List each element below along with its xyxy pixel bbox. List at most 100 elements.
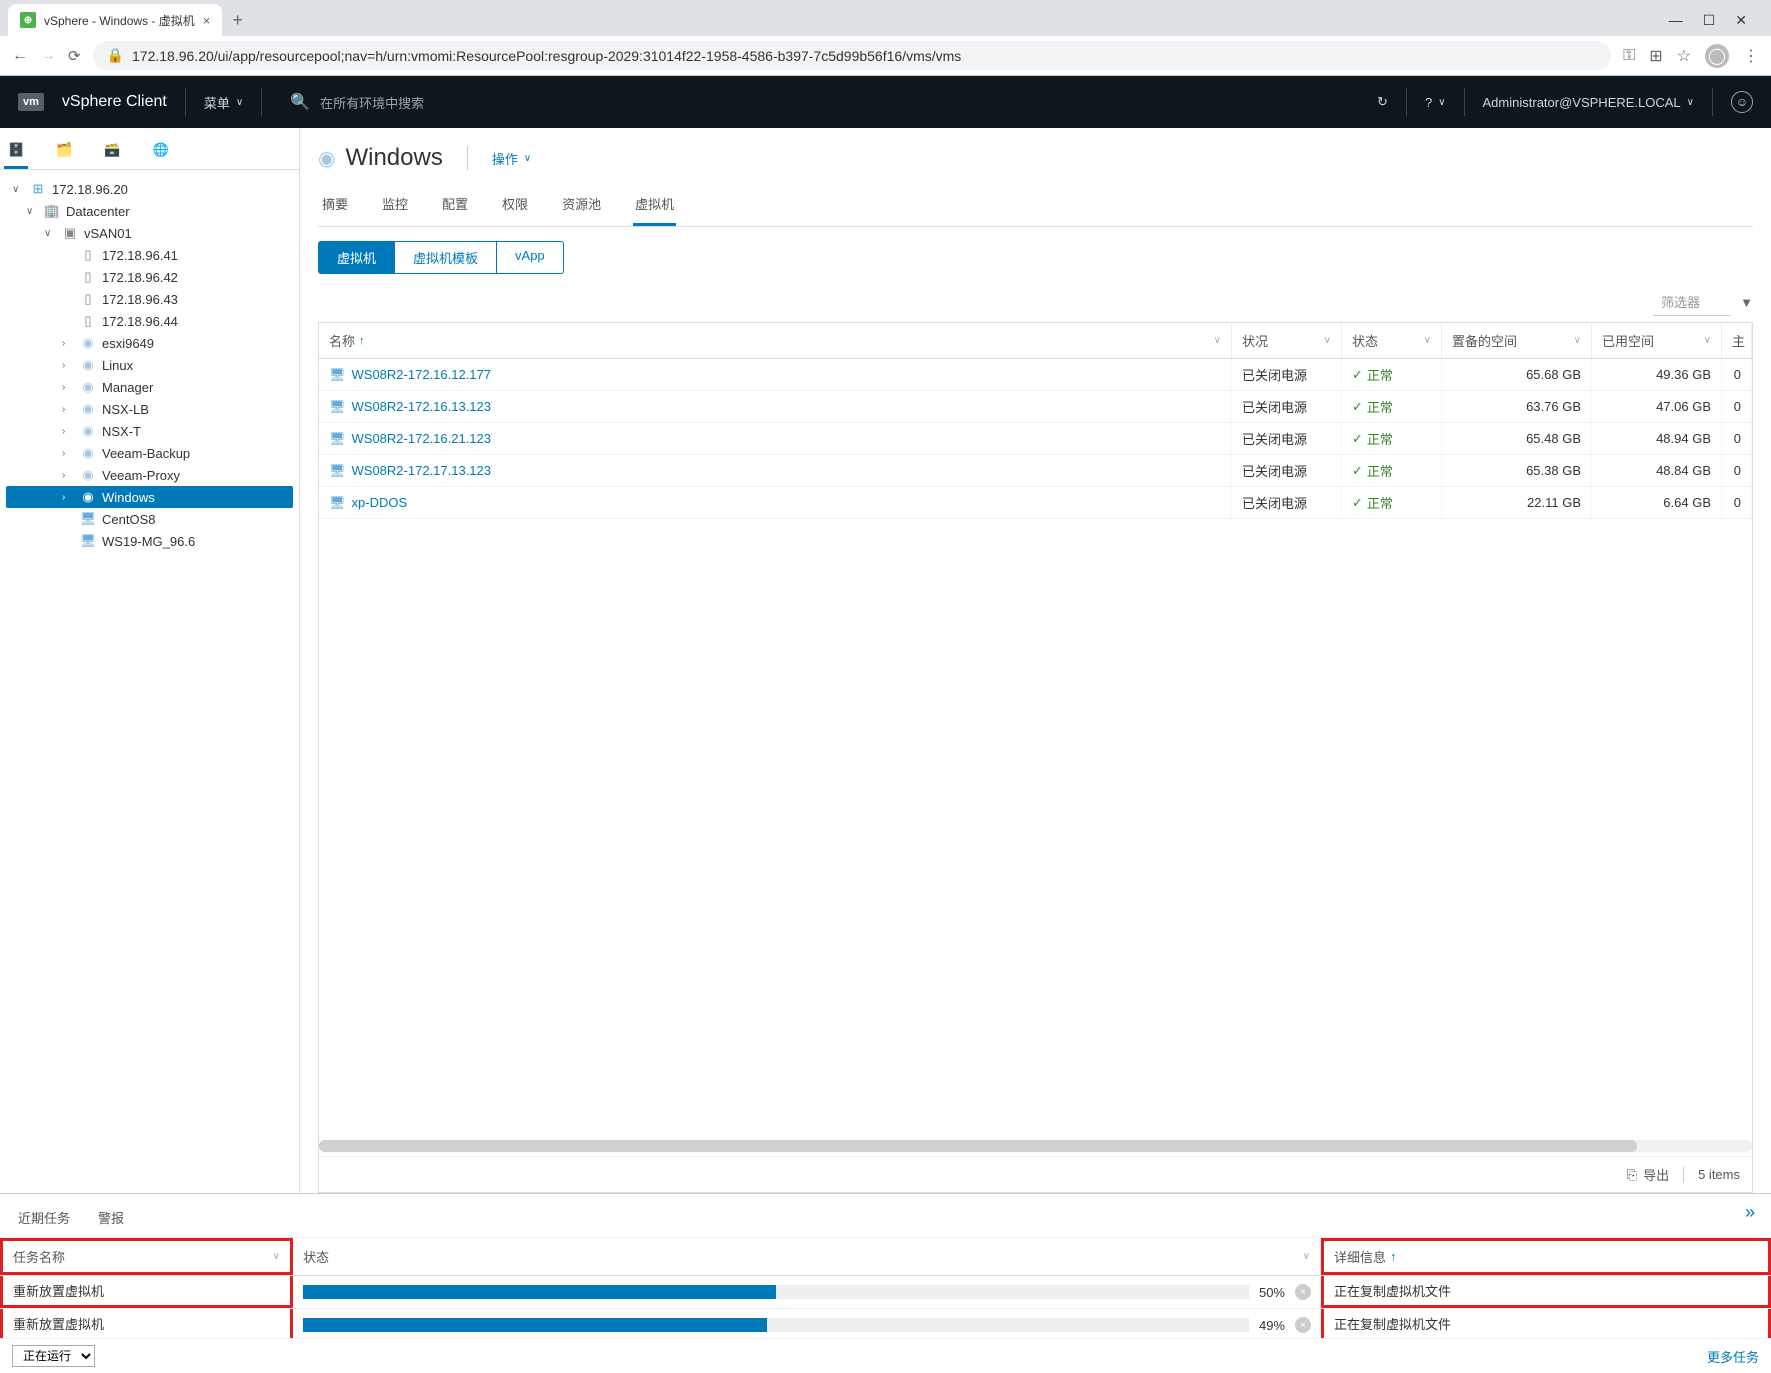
vm-name-link[interactable]: xp-DDOS (352, 495, 408, 510)
feedback-icon[interactable]: ☺ (1731, 91, 1753, 113)
translate-icon[interactable]: ⊞ (1649, 46, 1662, 66)
url-field[interactable]: 🔒 172.18.96.20/ui/app/resourcepool;nav=h… (93, 41, 1611, 70)
col-header-name[interactable]: 名称↑∨ (319, 323, 1232, 358)
vm-name-link[interactable]: WS08R2-172.16.12.177 (352, 367, 491, 382)
user-dropdown[interactable]: Administrator@VSPHERE.LOCAL ∨ (1483, 95, 1694, 110)
table-row[interactable]: 🖥xp-DDOS已关闭电源✓正常22.11 GB6.64 GB0 (319, 487, 1752, 519)
new-tab-button[interactable]: + (222, 10, 253, 31)
vm-icon: 🖥 (329, 463, 346, 479)
sort-asc-icon: ↑ (359, 335, 365, 347)
vm-name-link[interactable]: WS08R2-172.16.21.123 (352, 431, 491, 446)
subtab-vms[interactable]: 虚拟机 (318, 241, 395, 274)
vm-icon: 🖥 (329, 399, 346, 415)
tab-recent-tasks[interactable]: 近期任务 (16, 1202, 72, 1237)
tab-resource-pools[interactable]: 资源池 (560, 184, 603, 226)
more-tasks-link[interactable]: 更多任务 (1707, 1347, 1759, 1366)
hosts-clusters-tab-icon[interactable]: 🗄️ (4, 136, 28, 169)
menu-dots-icon[interactable]: ⋮ (1743, 46, 1759, 66)
table-row[interactable]: 🖥WS08R2-172.16.21.123已关闭电源✓正常65.48 GB48.… (319, 423, 1752, 455)
tree-pool-windows[interactable]: ›◉Windows (6, 486, 293, 508)
tree-pool[interactable]: ›◉Manager (6, 376, 293, 398)
cancel-task-icon[interactable]: × (1295, 1317, 1311, 1333)
task-filter-select[interactable]: 正在运行 (12, 1345, 95, 1367)
col-header-status[interactable]: 状况∨ (1232, 323, 1342, 358)
tab-vms[interactable]: 虚拟机 (633, 184, 676, 226)
tree-pool[interactable]: ›◉NSX-LB (6, 398, 293, 420)
tab-summary[interactable]: 摘要 (320, 184, 350, 226)
tab-permissions[interactable]: 权限 (500, 184, 530, 226)
col-header-provisioned[interactable]: 置备的空间∨ (1442, 323, 1592, 358)
vms-templates-tab-icon[interactable]: 🗂️ (52, 136, 76, 169)
vm-name-link[interactable]: WS08R2-172.16.13.123 (352, 399, 491, 414)
networking-tab-icon[interactable]: 🌐 (149, 136, 173, 169)
actions-dropdown[interactable]: 操作 ∨ (492, 149, 531, 168)
reload-icon[interactable]: ⟳ (68, 47, 81, 65)
browser-tab-title: vSphere - Windows - 虚拟机 (44, 12, 195, 29)
minimize-icon[interactable]: — (1669, 12, 1683, 29)
tab-configure[interactable]: 配置 (440, 184, 470, 226)
task-detail: 正在复制虚拟机文件 (1321, 1276, 1771, 1308)
tree-pool[interactable]: ›◉Veeam-Backup (6, 442, 293, 464)
tab-alerts[interactable]: 警报 (96, 1202, 126, 1237)
help-dropdown[interactable]: ? ∨ (1425, 95, 1446, 110)
cancel-task-icon[interactable]: × (1295, 1284, 1311, 1300)
profile-avatar[interactable]: ◯ (1705, 44, 1729, 68)
menu-dropdown[interactable]: 菜单 ∨ (204, 93, 243, 112)
content-tabs: 摘要 监控 配置 权限 资源池 虚拟机 (318, 184, 1753, 227)
col-task-detail[interactable]: 详细信息↑ (1321, 1238, 1771, 1275)
table-row[interactable]: 🖥WS08R2-172.17.13.123已关闭电源✓正常65.38 GB48.… (319, 455, 1752, 487)
task-name: 重新放置虚拟机 (0, 1276, 293, 1308)
product-title: vSphere Client (62, 93, 167, 111)
tree-host[interactable]: ▯172.18.96.43 (6, 288, 293, 310)
tree-host[interactable]: ▯172.18.96.42 (6, 266, 293, 288)
vm-name-link[interactable]: WS08R2-172.17.13.123 (352, 463, 491, 478)
browser-tab[interactable]: ⊕ vSphere - Windows - 虚拟机 × (8, 4, 222, 36)
filter-icon[interactable]: ▼ (1740, 295, 1753, 310)
table-row[interactable]: 🖥WS08R2-172.16.12.177已关闭电源✓正常65.68 GB49.… (319, 359, 1752, 391)
back-icon[interactable]: ← (12, 47, 28, 65)
col-task-status[interactable]: 状态∨ (293, 1238, 1321, 1275)
tree-pool[interactable]: ›◉NSX-T (6, 420, 293, 442)
export-icon: ⎘ (1627, 1167, 1637, 1183)
help-icon: ? (1425, 95, 1432, 110)
filter-input[interactable]: 筛选器 (1653, 288, 1730, 316)
horizontal-scrollbar[interactable] (319, 1140, 1752, 1152)
refresh-icon[interactable]: ↻ (1377, 94, 1388, 110)
col-task-name[interactable]: 任务名称∨ (0, 1238, 293, 1275)
close-icon[interactable]: × (203, 13, 211, 28)
tab-monitor[interactable]: 监控 (380, 184, 410, 226)
tree-vm[interactable]: 🖥CentOS8 (6, 508, 293, 530)
subtab-vapp[interactable]: vApp (497, 241, 564, 274)
storage-tab-icon[interactable]: 🗃️ (100, 136, 124, 169)
tree-vc[interactable]: ∨ ⊞ 172.18.96.20 (6, 178, 293, 200)
tree-pool[interactable]: ›◉Linux (6, 354, 293, 376)
resource-pool-icon: ◉ (80, 445, 96, 461)
tree-pool[interactable]: ›◉esxi9649 (6, 332, 293, 354)
search-icon: 🔍 (290, 92, 310, 112)
subtab-templates[interactable]: 虚拟机模板 (395, 241, 497, 274)
close-window-icon[interactable]: ✕ (1735, 12, 1747, 29)
resource-pool-icon: ◉ (80, 335, 96, 351)
tree-host[interactable]: ▯172.18.96.44 (6, 310, 293, 332)
key-icon[interactable]: ⚿ (1623, 47, 1635, 65)
tree-cluster[interactable]: ∨ ▣ vSAN01 (6, 222, 293, 244)
vsphere-favicon: ⊕ (20, 12, 36, 28)
vm-icon: 🖥 (80, 511, 96, 527)
star-icon[interactable]: ☆ (1677, 46, 1691, 66)
tree-vm[interactable]: 🖥WS19-MG_96.6 (6, 530, 293, 552)
tree-datacenter[interactable]: ∨ 🏢 Datacenter (6, 200, 293, 222)
col-header-state[interactable]: 状态∨ (1342, 323, 1442, 358)
sort-asc-icon: ↑ (1390, 1249, 1397, 1264)
col-header-last[interactable]: 主 (1722, 323, 1752, 358)
col-header-used[interactable]: 已用空间∨ (1592, 323, 1722, 358)
check-icon: ✓ (1352, 463, 1363, 479)
tree-host[interactable]: ▯172.18.96.41 (6, 244, 293, 266)
export-button[interactable]: ⎘导出 (1627, 1165, 1669, 1184)
global-search[interactable]: 🔍 在所有环境中搜索 (280, 92, 1359, 112)
datacenter-icon: 🏢 (44, 203, 60, 219)
browser-chrome: ⊕ vSphere - Windows - 虚拟机 × + — ☐ ✕ ← → … (0, 0, 1771, 76)
tree-pool[interactable]: ›◉Veeam-Proxy (6, 464, 293, 486)
maximize-icon[interactable]: ☐ (1703, 12, 1716, 29)
collapse-panel-icon[interactable]: » (1745, 1202, 1755, 1223)
table-row[interactable]: 🖥WS08R2-172.16.13.123已关闭电源✓正常63.76 GB47.… (319, 391, 1752, 423)
